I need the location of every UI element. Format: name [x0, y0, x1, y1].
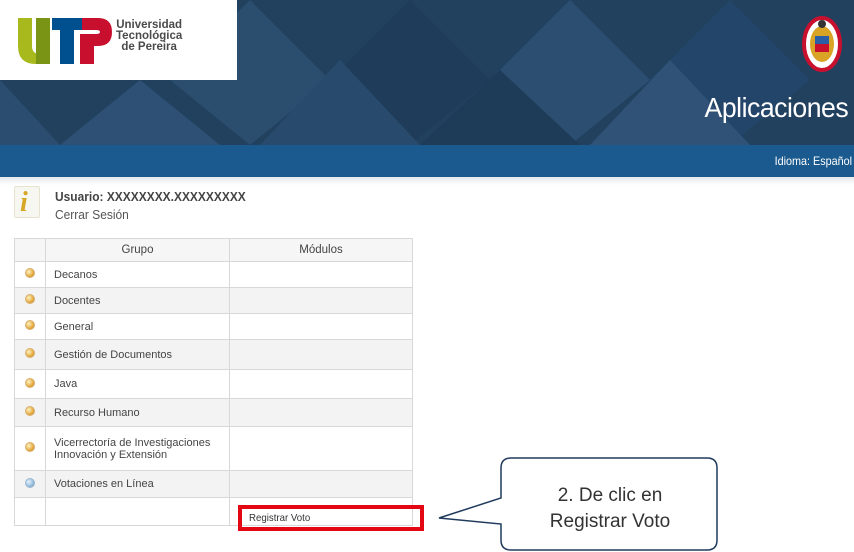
highlight-box: [238, 505, 424, 531]
bullet-icon: [25, 348, 35, 358]
group-cell[interactable]: General: [45, 313, 230, 340]
module-cell: [229, 369, 413, 399]
table-row[interactable]: Decanos: [14, 261, 413, 288]
bullet-icon: [25, 294, 35, 304]
table-row[interactable]: Docentes: [14, 287, 413, 314]
table-row[interactable]: Java: [14, 369, 413, 399]
group-cell[interactable]: Java: [45, 369, 230, 399]
callout-line-1: 2. De clic en: [557, 485, 663, 506]
info-icon: i: [14, 186, 40, 218]
logo-area: Universidad Tecnológica de Pereira: [0, 0, 237, 80]
bullet-icon: [25, 442, 35, 452]
group-cell[interactable]: Recurso Humano: [45, 398, 230, 427]
bullet-icon: [25, 377, 35, 388]
table-row[interactable]: General: [14, 313, 413, 340]
table-row[interactable]: Votaciones en Línea: [14, 470, 413, 498]
language-bar: Idioma: Español: [0, 145, 854, 177]
colombia-seal-icon: [802, 16, 842, 72]
column-header-grupo: Grupo: [45, 238, 230, 262]
utp-logo: [18, 18, 112, 64]
group-cell[interactable]: Gestión de Documentos: [45, 339, 230, 370]
module-cell: [229, 287, 413, 314]
table-row[interactable]: Gestión de Documentos: [14, 339, 413, 370]
table-row[interactable]: Recurso Humano: [14, 398, 413, 427]
bullet-icon: [25, 477, 35, 488]
language-selector[interactable]: Idioma: Español: [775, 154, 852, 168]
bullet-icon: [25, 268, 35, 278]
callout-line-2: Registrar Voto: [549, 511, 671, 532]
user-label: Usuario: XXXXXXXX.XXXXXXXXX: [55, 189, 246, 204]
table-row[interactable]: Vicerrectoría de Investigaciones Innovac…: [14, 426, 413, 471]
logout-link[interactable]: Cerrar Sesión: [55, 207, 129, 222]
university-name: Universidad Tecnológica de Pereira: [116, 19, 182, 53]
group-cell-line-1: Vicerrectoría de Investigaciones: [54, 436, 211, 449]
divider: [0, 177, 854, 185]
header-banner: Universidad Tecnológica de Pereira Aplic…: [0, 0, 854, 145]
university-line-3: de Pereira: [121, 41, 177, 53]
module-cell: [229, 398, 413, 427]
module-cell: [229, 339, 413, 370]
column-header-modulos: Módulos: [229, 238, 413, 262]
group-cell[interactable]: Votaciones en Línea: [45, 470, 230, 498]
bullet-icon: [25, 406, 35, 416]
empty-bullet-cell: [14, 497, 46, 526]
module-cell: [229, 313, 413, 340]
module-cell: [229, 426, 413, 471]
group-cell: [45, 497, 230, 526]
group-cell[interactable]: Docentes: [45, 287, 230, 314]
group-cell-line-2: Innovación y Extensión: [54, 448, 168, 461]
applications-table: Grupo Módulos Decanos Docentes General G…: [14, 238, 413, 526]
header-bullet-column: [14, 238, 46, 262]
module-cell: [229, 470, 413, 498]
group-cell[interactable]: Decanos: [45, 261, 230, 288]
page-title: Aplicaciones: [704, 92, 848, 123]
module-cell: [229, 261, 413, 288]
bullet-icon: [25, 320, 35, 330]
callout-text: 2. De clic en Registrar Voto: [510, 483, 710, 535]
group-cell[interactable]: Vicerrectoría de Investigaciones Innovac…: [45, 426, 230, 471]
